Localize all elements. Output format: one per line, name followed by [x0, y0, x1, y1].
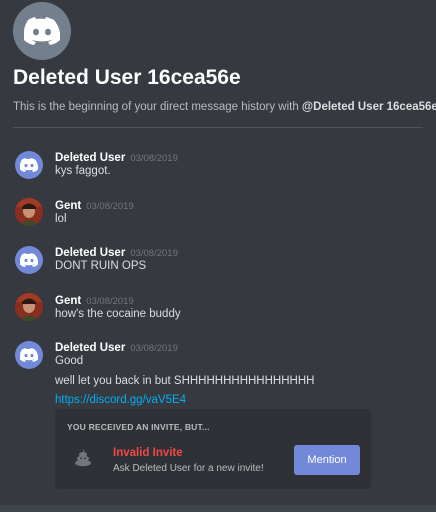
message-text: how's the cocaine buddy — [55, 308, 181, 320]
username[interactable]: Deleted User — [55, 342, 125, 354]
large-avatar[interactable] — [13, 2, 71, 60]
poop-icon — [75, 449, 91, 467]
timestamp: 03/08/2019 — [130, 153, 178, 164]
timestamp: 03/08/2019 — [86, 296, 134, 307]
avatar[interactable] — [15, 151, 43, 179]
timestamp: 03/08/2019 — [130, 343, 178, 354]
username[interactable]: Gent — [55, 200, 81, 212]
dm-intro-text: This is the beginning of your direct mes… — [13, 101, 436, 113]
divider — [13, 127, 423, 128]
message-header: Deleted User 03/08/2019 — [55, 148, 178, 166]
invite-status: Invalid Invite — [113, 447, 183, 459]
message-input-edge[interactable] — [0, 505, 436, 512]
discord-logo-icon — [24, 17, 60, 45]
timestamp: 03/08/2019 — [130, 248, 178, 259]
avatar[interactable] — [15, 293, 43, 321]
user-avatar — [15, 293, 43, 321]
message-text: well let you back in but SHHHHHHHHHHHHHH… — [55, 375, 315, 387]
message-text: lol — [55, 213, 67, 225]
user-avatar — [15, 198, 43, 226]
message-text: Good — [55, 355, 84, 367]
message-header: Gent 03/08/2019 — [55, 196, 134, 214]
dm-header: Deleted User 16cea56e This is the beginn… — [0, 0, 436, 130]
message-header: Deleted User 03/08/2019 — [55, 243, 178, 261]
username[interactable]: Deleted User — [55, 247, 125, 259]
invite-heading: YOU RECEIVED AN INVITE, BUT... — [67, 422, 210, 432]
invite-embed: YOU RECEIVED AN INVITE, BUT... Invalid I… — [55, 409, 371, 489]
invite-subtitle: Ask Deleted User for a new invite! — [113, 463, 264, 474]
timestamp: 03/08/2019 — [86, 201, 134, 212]
avatar[interactable] — [15, 198, 43, 226]
message-header: Gent 03/08/2019 — [55, 291, 134, 309]
avatar[interactable] — [15, 341, 43, 369]
message-text: kys faggot. — [55, 165, 111, 177]
username[interactable]: Deleted User — [55, 152, 125, 164]
invite-link[interactable]: https://discord.gg/vaV5E4 — [55, 394, 186, 406]
avatar[interactable] — [15, 246, 43, 274]
intro-mention[interactable]: @Deleted User 16cea56e — [302, 101, 436, 113]
message-text: DONT RUIN OPS — [55, 260, 147, 272]
discord-logo-icon — [20, 158, 38, 172]
username[interactable]: Gent — [55, 295, 81, 307]
page-title: Deleted User 16cea56e — [13, 66, 241, 89]
discord-logo-icon — [20, 348, 38, 362]
discord-logo-icon — [20, 253, 38, 267]
mention-button[interactable]: Mention — [294, 445, 360, 475]
message-header: Deleted User 03/08/2019 — [55, 338, 178, 356]
